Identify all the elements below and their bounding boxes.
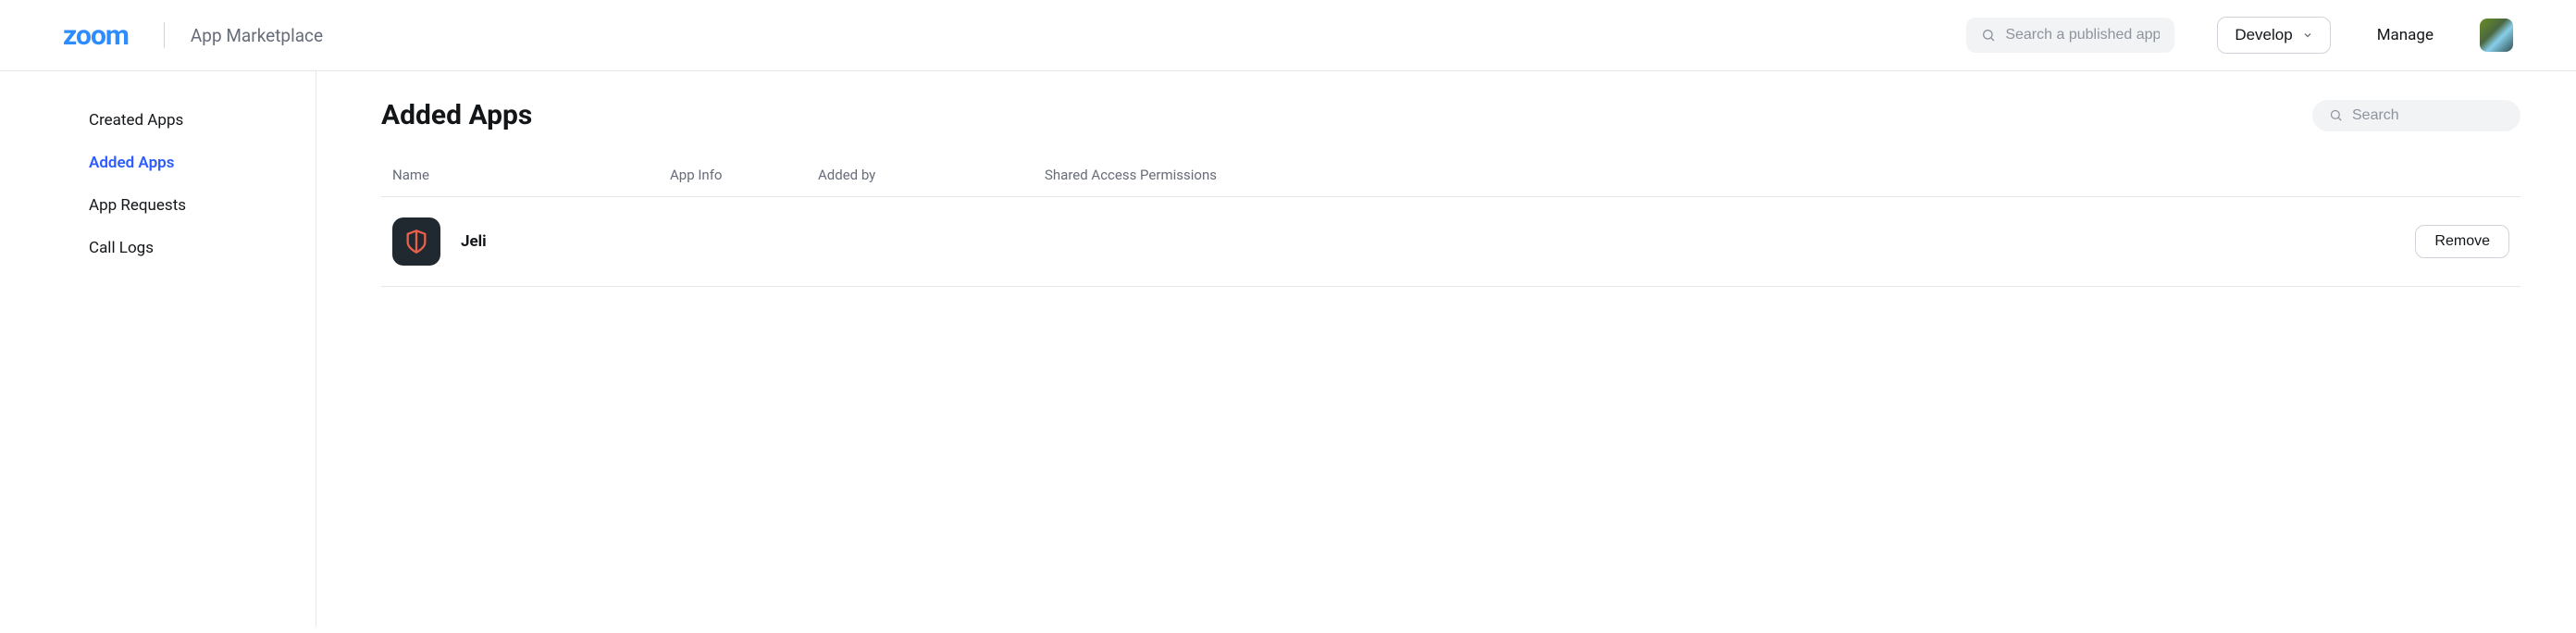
global-search-input[interactable] — [2005, 27, 2160, 43]
sidebar: Created Apps Added Apps App Requests Cal… — [0, 71, 316, 627]
page-search-input[interactable] — [2352, 107, 2504, 124]
develop-dropdown[interactable]: Develop — [2217, 17, 2330, 54]
search-icon — [1981, 28, 1996, 43]
table-row: Jeli Remove — [381, 197, 2520, 287]
page-title: Added Apps — [381, 99, 532, 131]
logo-text: zoom — [63, 19, 129, 52]
remove-button[interactable]: Remove — [2415, 225, 2509, 258]
page-search[interactable] — [2312, 100, 2520, 131]
col-header-info: App Info — [670, 167, 818, 183]
search-icon — [2329, 108, 2343, 122]
main-content: Added Apps Name App Info Added by Shared… — [316, 71, 2576, 627]
top-header: zoom App Marketplace Develop Manage — [0, 0, 2576, 71]
zoom-logo[interactable]: zoom — [63, 19, 129, 52]
sidebar-item-call-logs[interactable]: Call Logs — [89, 227, 316, 269]
sidebar-item-created-apps[interactable]: Created Apps — [89, 99, 316, 142]
col-header-name: Name — [392, 167, 670, 183]
avatar[interactable] — [2480, 19, 2513, 52]
chevron-down-icon — [2302, 30, 2313, 41]
jeli-logo-icon — [403, 229, 429, 254]
marketplace-title[interactable]: App Marketplace — [191, 25, 323, 46]
manage-link[interactable]: Manage — [2377, 26, 2434, 44]
develop-label: Develop — [2235, 26, 2292, 44]
logo-divider — [164, 22, 165, 48]
global-search[interactable] — [1966, 18, 2174, 53]
sidebar-item-app-requests[interactable]: App Requests — [89, 184, 316, 227]
sidebar-item-added-apps[interactable]: Added Apps — [89, 142, 316, 184]
col-header-added-by: Added by — [818, 167, 1045, 183]
app-icon-jeli[interactable] — [392, 217, 440, 266]
col-header-permissions: Shared Access Permissions — [1045, 167, 2398, 183]
table-header: Name App Info Added by Shared Access Per… — [381, 167, 2520, 197]
app-name[interactable]: Jeli — [461, 232, 487, 251]
